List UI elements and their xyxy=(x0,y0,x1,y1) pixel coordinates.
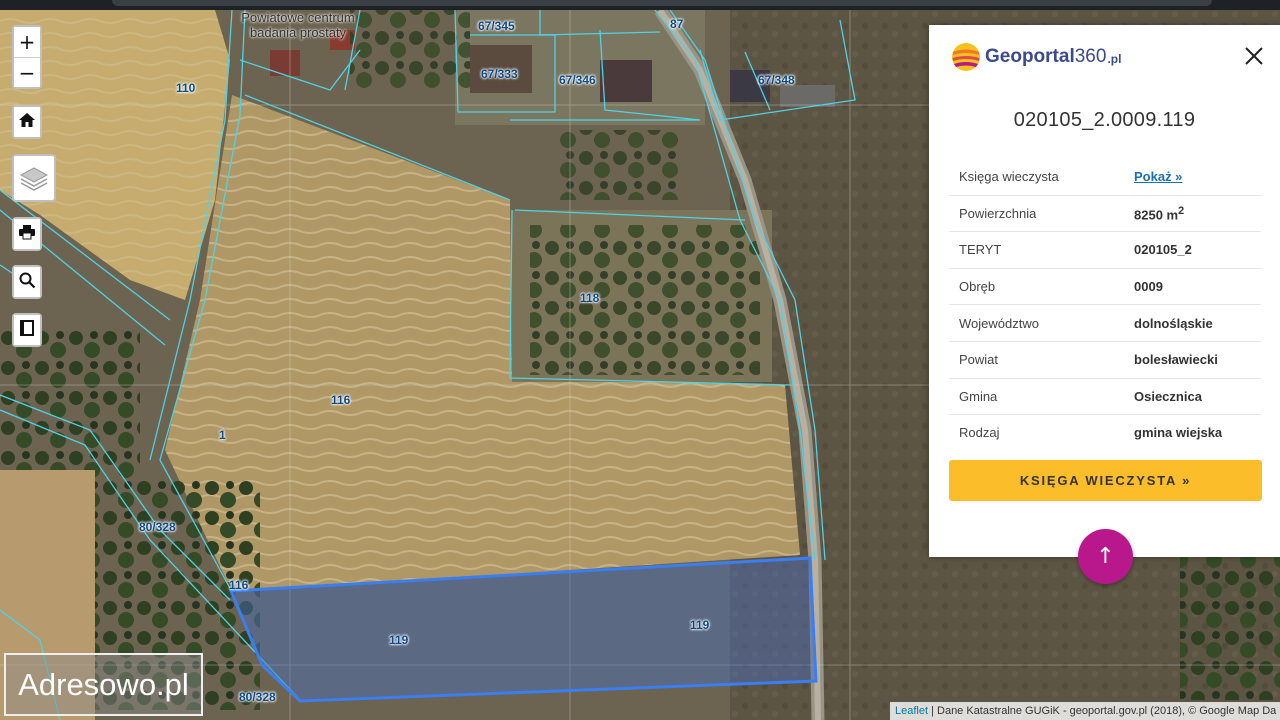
table-row: Powiat bolesławiecki xyxy=(949,341,1261,379)
print-icon xyxy=(19,225,35,240)
search-icon xyxy=(19,272,36,289)
parcel-label[interactable]: 67/348 xyxy=(758,73,795,87)
geoportal-logo[interactable]: Geoportal 360 .pl xyxy=(951,42,1121,72)
area-value: 8250 m2 xyxy=(1134,195,1261,233)
poi-label: Powiatowe centrum badania prostaty xyxy=(228,10,368,40)
table-row: Województwo dolnośląskie xyxy=(949,304,1261,342)
show-land-register-link[interactable]: Pokaż » xyxy=(1134,169,1182,184)
table-row: Powierzchnia 8250 m2 xyxy=(949,195,1261,233)
print-button[interactable] xyxy=(14,219,40,249)
book-icon xyxy=(20,320,34,336)
parcel-info-table: Księga wieczysta Pokaż » Powierzchnia 82… xyxy=(949,159,1261,451)
row-key: Województwo xyxy=(949,304,1134,342)
poi-label-line2: badania prostaty xyxy=(249,25,347,40)
home-button[interactable] xyxy=(14,107,40,137)
table-row: TERYT 020105_2 xyxy=(949,231,1261,269)
book-button[interactable] xyxy=(14,315,40,345)
scroll-up-button[interactable]: ↑ xyxy=(1078,529,1133,584)
table-row: Księga wieczysta Pokaż » xyxy=(949,159,1261,196)
parcel-label[interactable]: 110 xyxy=(176,81,195,95)
row-value: gmina wiejska xyxy=(1134,425,1223,441)
table-row: Gmina Osiecznica xyxy=(949,378,1261,416)
logo-number: 360 xyxy=(1074,46,1107,67)
row-value: bolesławiecki xyxy=(1134,341,1261,379)
logo-brand: Geoportal xyxy=(985,46,1075,67)
close-icon[interactable] xyxy=(1243,45,1265,67)
table-row: Rodzaj gmina wiejska xyxy=(949,415,1261,451)
area-unit-exponent: 2 xyxy=(1178,204,1185,217)
book-control xyxy=(12,313,42,347)
home-control xyxy=(12,105,42,139)
parcel-label[interactable]: 119 xyxy=(690,618,709,632)
layers-icon xyxy=(19,167,49,191)
parcel-label[interactable]: 1 xyxy=(219,428,226,442)
zoom-in-button[interactable]: + xyxy=(14,27,40,57)
search-button[interactable] xyxy=(14,267,40,297)
row-key: TERYT xyxy=(949,231,1134,269)
leaflet-link[interactable]: Leaflet xyxy=(895,705,928,717)
parcel-info-panel: Geoportal 360 .pl 020105_2.0009.119 Księ… xyxy=(929,25,1280,557)
zoom-control: + − xyxy=(12,25,42,89)
parcel-label[interactable]: 118 xyxy=(580,291,599,305)
parcel-label[interactable]: 116 xyxy=(229,578,248,592)
address-bar[interactable] xyxy=(112,0,1212,6)
table-row: Obręb 0009 xyxy=(949,268,1261,306)
parcel-id: 020105_2.0009.119 xyxy=(1013,109,1196,131)
row-key: Powierzchnia xyxy=(949,195,1134,233)
zoom-out-button[interactable]: − xyxy=(14,57,40,87)
home-icon xyxy=(19,113,35,127)
parcel-label[interactable]: 80/328 xyxy=(239,690,276,704)
row-value: 0009 xyxy=(1134,268,1261,306)
parcel-label[interactable]: 119 xyxy=(389,633,408,647)
row-key: Rodzaj xyxy=(959,425,1000,441)
row-key: Gmina xyxy=(949,378,1134,416)
globe-logo-icon xyxy=(952,43,980,71)
parcel-label[interactable]: 80/328 xyxy=(139,520,176,534)
poi-label-line1: Powiatowe centrum xyxy=(241,10,355,25)
parcel-label[interactable]: 87 xyxy=(670,17,683,31)
row-value: 020105_2 xyxy=(1134,231,1261,269)
parcel-label[interactable]: 67/345 xyxy=(478,19,515,33)
logo-tld: .pl xyxy=(1107,52,1122,66)
parcel-label[interactable]: 67/346 xyxy=(559,73,596,87)
row-key: Powiat xyxy=(949,341,1134,379)
land-register-button[interactable]: KSIĘGA WIECZYSTA » xyxy=(949,460,1262,501)
parcel-label[interactable]: 67/333 xyxy=(481,67,518,81)
row-value: dolnośląskie xyxy=(1134,304,1261,342)
map-attribution: Leaflet | Dane Katastralne GUGiK - geopo… xyxy=(890,702,1280,720)
row-key: Obręb xyxy=(949,268,1134,306)
row-value: Osiecznica xyxy=(1134,378,1261,416)
area-number: 8250 m xyxy=(1134,207,1179,223)
browser-top-bar xyxy=(0,0,1280,10)
adresowo-watermark: Adresowo.pl xyxy=(4,653,203,716)
parcel-label[interactable]: 116 xyxy=(331,393,350,407)
row-key: Księga wieczysta xyxy=(949,159,1134,196)
search-control xyxy=(12,265,42,299)
layers-control[interactable] xyxy=(12,154,56,202)
attribution-text: | Dane Katastralne GUGiK - geoportal.gov… xyxy=(928,705,1277,717)
print-control xyxy=(12,217,42,251)
